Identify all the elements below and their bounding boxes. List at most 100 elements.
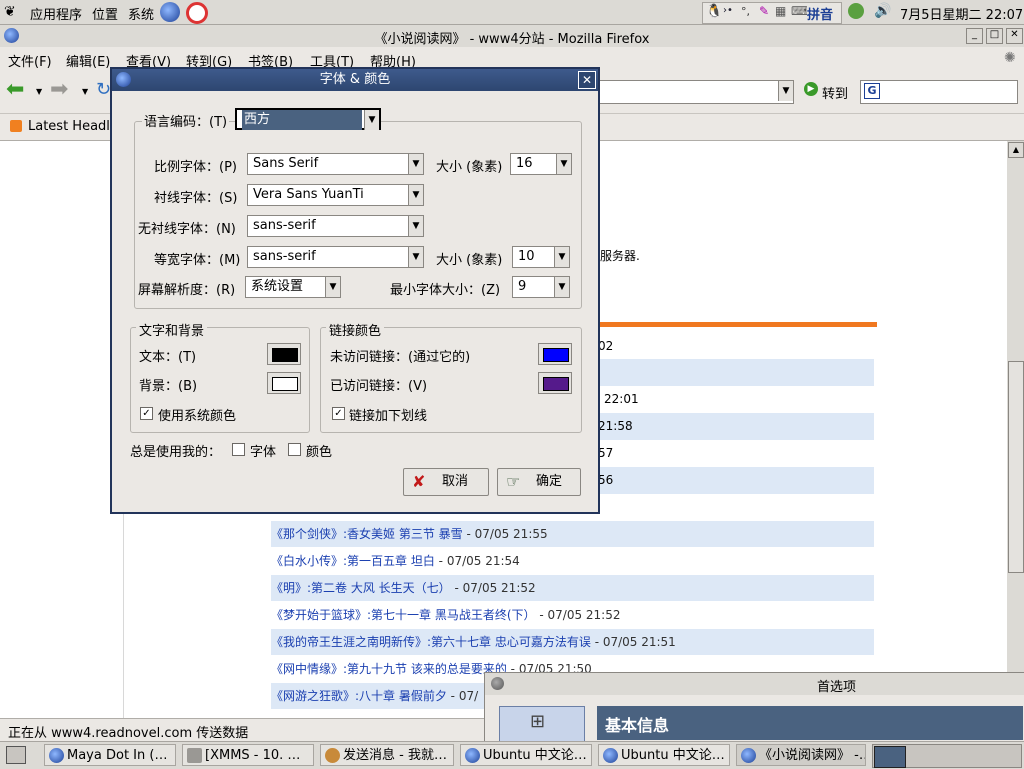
- serif-font-select[interactable]: Vera Sans YuanTi ▼: [247, 184, 424, 206]
- places-menu[interactable]: 位置: [92, 4, 118, 23]
- vertical-scrollbar[interactable]: ▲: [1007, 141, 1024, 718]
- monospace-dropdown-icon[interactable]: ▼: [408, 247, 423, 267]
- always-use-fonts-checkbox[interactable]: [232, 443, 245, 456]
- always-use-colors-checkbox[interactable]: [288, 443, 301, 456]
- mono-size-select[interactable]: 10 ▼: [512, 246, 570, 268]
- link-colors-title: 链接颜色: [326, 320, 385, 339]
- underline-links-checkbox[interactable]: ✓: [332, 407, 345, 420]
- prefs-category-basic[interactable]: ⊞: [499, 706, 585, 744]
- scroll-thumb[interactable]: [1008, 361, 1024, 573]
- use-system-colors-checkbox[interactable]: ✓: [140, 407, 153, 420]
- task-send-message[interactable]: 发送消息 - 我就…: [320, 744, 454, 766]
- monospace-font-select[interactable]: sans-serif ▼: [247, 246, 424, 268]
- fullwidth-icon[interactable]: ›•: [723, 5, 733, 16]
- google-search-icon[interactable]: G: [864, 83, 880, 99]
- minimize-button[interactable]: _: [966, 28, 983, 44]
- search-box[interactable]: G: [860, 80, 1018, 104]
- fonts-colors-dialog[interactable]: 字体 & 颜色 ✕ 语言编码：(T) 西方 ▼ 比例字体：(P) Sans Se…: [110, 67, 600, 514]
- network-icon[interactable]: [848, 3, 864, 19]
- forward-dropdown-icon[interactable]: ▼: [82, 87, 88, 96]
- always-use-fonts-label[interactable]: 字体: [250, 441, 276, 460]
- resolution-dropdown-icon[interactable]: ▼: [325, 277, 340, 297]
- list-item[interactable]: 《网游之狂歌》:八十章 暑假前夕 - 07/: [271, 683, 484, 709]
- background-color-button[interactable]: [267, 372, 301, 394]
- min-size-select[interactable]: 9 ▼: [512, 276, 570, 298]
- scroll-up-button[interactable]: ▲: [1008, 142, 1024, 158]
- clock[interactable]: 7月5日星期二 22:07: [900, 4, 1023, 23]
- encoding-select[interactable]: 西方 ▼: [235, 108, 381, 130]
- task-xmms[interactable]: [XMMS - 10. …: [182, 744, 314, 766]
- always-use-colors-label[interactable]: 颜色: [306, 441, 332, 460]
- font-size-dropdown-icon[interactable]: ▼: [556, 154, 571, 174]
- prefs-window-icon[interactable]: [491, 677, 504, 690]
- close-button[interactable]: ✕: [1006, 28, 1023, 44]
- task-readnovel[interactable]: 《小说阅读网》 -…: [736, 744, 866, 766]
- task-ubuntu-forum-1[interactable]: Ubuntu 中文论…: [460, 744, 592, 766]
- list-item[interactable]: 《我的帝王生涯之南明新传》:第六十七章 忠心可嘉方法有误 - 07/05 21:…: [271, 629, 874, 655]
- back-button[interactable]: ⬅: [6, 77, 24, 102]
- partial-row: 56: [598, 467, 874, 494]
- encoding-dropdown-icon[interactable]: ▼: [364, 110, 379, 130]
- preferences-window[interactable]: 首选项 ⊞ 基本信息: [484, 672, 1024, 744]
- unvisited-link-color-button[interactable]: [538, 343, 572, 365]
- pen-icon[interactable]: ✎: [759, 4, 769, 18]
- list-item[interactable]: 《白水小传》:第一百五章 坦白 - 07/05 21:54: [271, 548, 874, 574]
- list-item[interactable]: 《梦开始于篮球》:第七十一章 黑马战王者终(下） - 07/05 21:52: [271, 602, 874, 628]
- workspace-switcher[interactable]: [872, 744, 1022, 768]
- dialog-close-button[interactable]: ✕: [578, 71, 596, 89]
- menu-edit[interactable]: 编辑(E): [66, 51, 110, 70]
- back-dropdown-icon[interactable]: ▼: [36, 87, 42, 96]
- keyboard-icon[interactable]: ⌨: [791, 4, 808, 18]
- visited-link-color-button[interactable]: [538, 372, 572, 394]
- sans-font-select[interactable]: sans-serif ▼: [247, 215, 424, 237]
- resolution-label: 屏幕解析度：(R): [138, 283, 236, 298]
- ime-label[interactable]: 拼音: [807, 4, 834, 23]
- system-menu[interactable]: 系统: [128, 4, 154, 23]
- forward-button[interactable]: ➡: [50, 77, 68, 102]
- applications-menu[interactable]: 应用程序: [30, 4, 82, 23]
- throbber-icon: ✺: [1004, 50, 1016, 66]
- mono-size-dropdown-icon[interactable]: ▼: [554, 247, 569, 267]
- ime-tray[interactable]: 🐧 ›• °, ✎ ▦ ⌨ 🔒 拼音: [702, 2, 842, 24]
- firefox-icon: [741, 748, 756, 763]
- list-item[interactable]: 《那个剑侠》:香女美姬 第三节 暴雪 - 07/05 21:55: [271, 521, 874, 547]
- help-lifebuoy-icon[interactable]: [186, 2, 208, 24]
- font-size-select[interactable]: 16 ▼: [510, 153, 572, 175]
- min-size-dropdown-icon[interactable]: ▼: [554, 277, 569, 297]
- table-icon[interactable]: ▦: [775, 4, 786, 18]
- list-item[interactable]: 《明》:第二卷 大风 长生天（七） - 07/05 21:52: [271, 575, 874, 601]
- firefox-titlebar[interactable]: 《小说阅读网》 - www4分站 - Mozilla Firefox _ □ ✕: [0, 25, 1024, 47]
- go-icon[interactable]: ▶: [804, 82, 818, 96]
- go-button[interactable]: 转到: [822, 83, 848, 102]
- partial-row: 21:58: [598, 413, 874, 440]
- maximize-button[interactable]: □: [986, 28, 1003, 44]
- menu-file[interactable]: 文件(F): [8, 51, 52, 70]
- show-desktop-icon[interactable]: [6, 746, 26, 764]
- underline-links-label[interactable]: 链接加下划线: [349, 405, 427, 424]
- use-system-colors-label[interactable]: 使用系统颜色: [158, 405, 236, 424]
- firefox-launcher-icon[interactable]: [160, 2, 180, 22]
- cancel-button[interactable]: ✘ 取消: [403, 468, 489, 496]
- dialog-titlebar[interactable]: 字体 & 颜色 ✕: [112, 69, 598, 91]
- url-bar[interactable]: ▼: [598, 80, 794, 104]
- task-maya[interactable]: Maya Dot In (…: [44, 744, 176, 766]
- reload-icon[interactable]: ↻: [96, 79, 111, 100]
- ok-button[interactable]: ☞ 确定: [497, 468, 581, 496]
- resolution-select[interactable]: 系统设置 ▼: [245, 276, 341, 298]
- proportional-dropdown-icon[interactable]: ▼: [408, 154, 423, 174]
- workspace-1[interactable]: [874, 746, 906, 768]
- text-color-button[interactable]: [267, 343, 301, 365]
- sans-dropdown-icon[interactable]: ▼: [408, 216, 423, 236]
- punct-icon[interactable]: °,: [741, 5, 750, 18]
- volume-icon[interactable]: 🔊: [874, 3, 891, 19]
- serif-dropdown-icon[interactable]: ▼: [408, 185, 423, 205]
- bookmark-latest-headlines[interactable]: Latest Headl: [28, 119, 110, 134]
- text-background-title: 文字和背景: [136, 320, 208, 339]
- sans-font-label: 无衬线字体：(N): [138, 222, 236, 237]
- gnome-foot-icon[interactable]: ❦: [4, 4, 18, 20]
- dialog-menu-icon[interactable]: [116, 72, 131, 87]
- prefs-titlebar[interactable]: 首选项: [485, 673, 1024, 695]
- task-ubuntu-forum-2[interactable]: Ubuntu 中文论…: [598, 744, 730, 766]
- url-dropdown-icon[interactable]: ▼: [778, 81, 793, 101]
- proportional-font-select[interactable]: Sans Serif ▼: [247, 153, 424, 175]
